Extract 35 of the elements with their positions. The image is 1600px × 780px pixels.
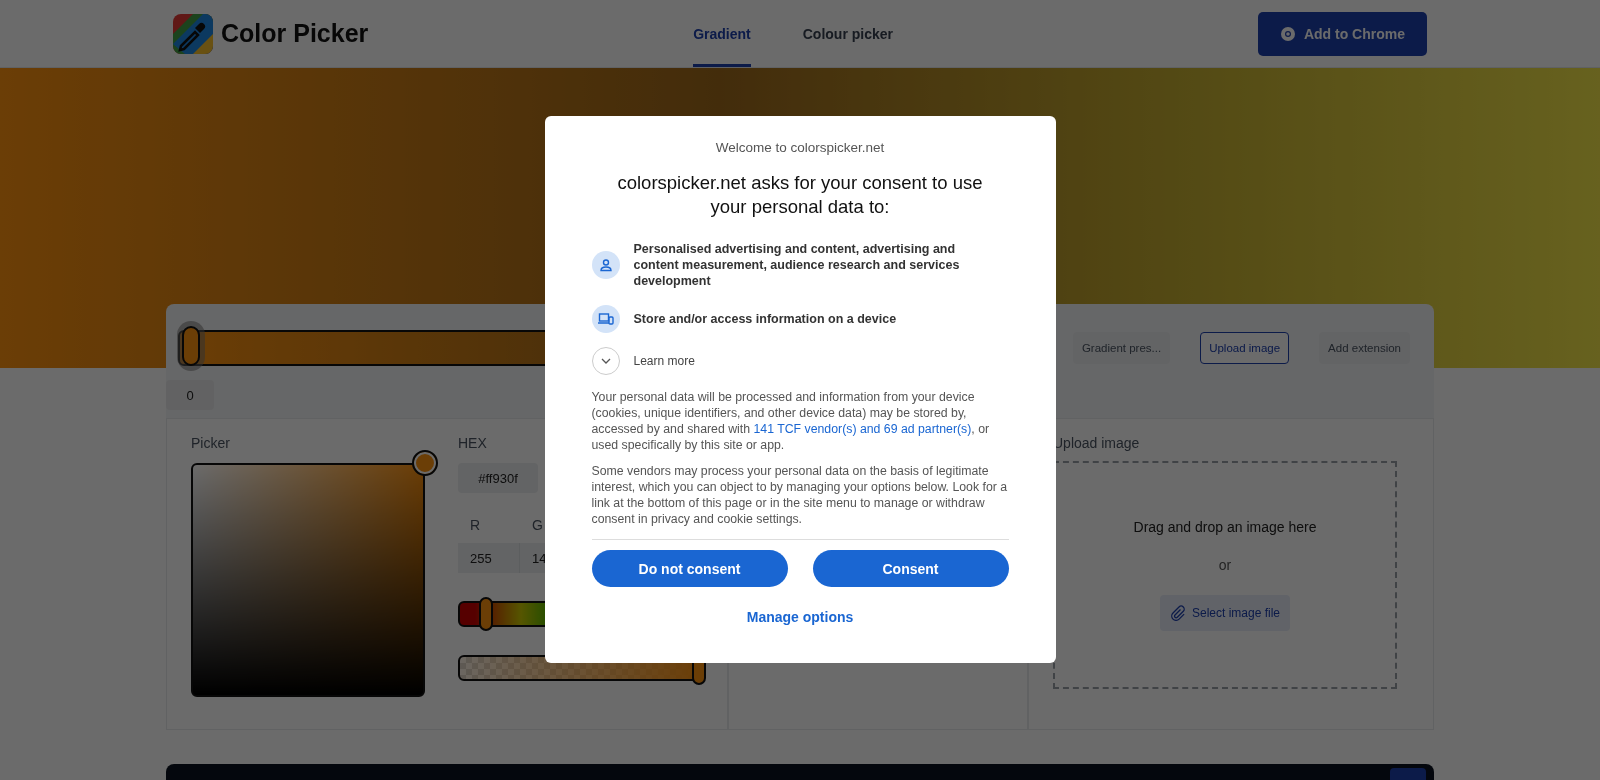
person-icon [598,258,613,272]
chevron-down-icon [600,358,611,364]
consent-choice-button[interactable]: Do not consent [591,550,788,587]
logo-text: Color Picker [221,19,369,48]
stop-position-field[interactable]: 0 [166,380,214,410]
devices-icon [597,312,614,326]
gradient-stop-handle[interactable] [182,326,200,366]
dialog-heading: colorspicker.net asks for your consent to use your personal data to: [616,171,984,219]
paperclip-icon [1169,605,1186,621]
picker-handle[interactable] [412,450,438,476]
dialog-subtitle: Welcome to colorspicker.net [714,140,886,155]
channel-field[interactable]: 255 [458,543,520,573]
picker-label: Picker [191,435,230,451]
manage-options-link[interactable]: Manage options [746,609,854,625]
hex-field[interactable]: #ff930f [458,463,538,493]
select-file-button[interactable]: Select image file [1159,595,1290,631]
purpose-text: Personalised advertising and content, advertising and content measurement, audience research and services development [633,241,961,289]
nav-tab[interactable]: Colour picker [802,0,893,67]
legitimate-interest-text: Some vendors may process your personal data on the basis of legitimate interest, which you can object to by managing your options below. Look for a link at the bottom of this page or in the site menu to manage or withdraw consent in privacy and cookie settings. [591,463,1009,527]
logo-icon [173,13,213,54]
browser-logo-icon [1279,25,1296,42]
consent-choice-button[interactable]: Consent [812,550,1009,587]
drop-hint: Drag and drop an image here [1133,519,1317,535]
saturation-brightness-area[interactable] [191,463,425,697]
expand-button[interactable] [591,347,620,375]
channel-label: G [531,517,543,533]
add-to-chrome-button[interactable]: Add to Chrome [1257,11,1427,56]
hue-handle[interactable] [479,597,494,631]
learn-more-label: Learn more [633,354,695,368]
purpose-text: Store and/or access information on a device [633,311,897,327]
hex-label: HEX [458,435,487,451]
or-text: or [1218,557,1232,573]
tool-tab[interactable]: Upload image [1200,332,1290,364]
data-notice-text: Your personal data will be processed and information from your device (cookies, unique identifiers, and other device data) may be stored by, accessed by and shared with 141 TCF vendor(s) and 69 ad partner(s), or used specifically by this site or app. [591,389,991,453]
channel-label: R [469,517,481,533]
